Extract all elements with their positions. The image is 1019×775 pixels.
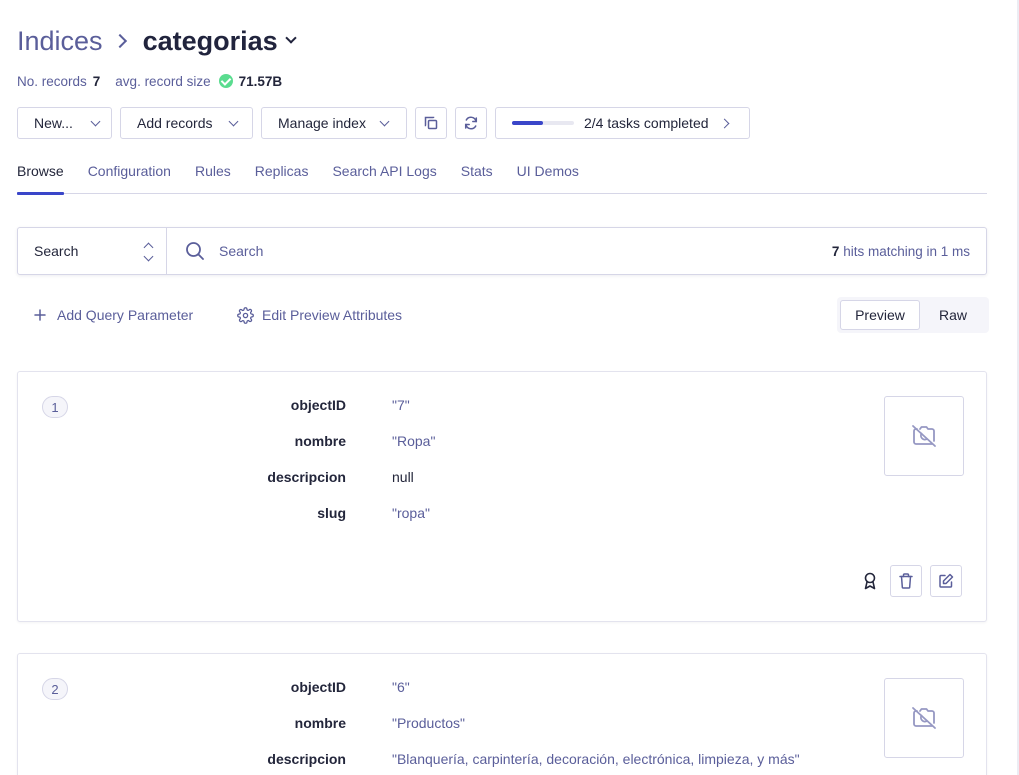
tab-configuration[interactable]: Configuration <box>88 160 171 194</box>
edit-preview-attributes-button[interactable]: Edit Preview Attributes <box>237 305 402 325</box>
promote-button[interactable] <box>858 565 882 597</box>
manage-index-button[interactable]: Manage index <box>261 107 407 139</box>
search-mode-value: Search <box>34 243 79 259</box>
record-card: 1 objectID "7" nombre "Ropa" descripcion… <box>17 371 987 622</box>
camera-off-icon <box>912 707 936 729</box>
tasks-progress-button[interactable]: 2/4 tasks completed <box>495 107 750 139</box>
records-count: 7 <box>92 73 101 89</box>
edit-icon <box>939 573 954 588</box>
records-label: No. records <box>17 73 87 89</box>
search-input[interactable] <box>219 243 699 259</box>
hits-text: hits matching in 1 ms <box>839 243 970 259</box>
tab-replicas[interactable]: Replicas <box>255 160 309 194</box>
record-field: objectID "6" <box>18 679 718 699</box>
record-actions <box>850 565 962 597</box>
field-key: descripcion <box>267 751 346 767</box>
tasks-progress-fill <box>512 121 543 125</box>
field-value: "Ropa" <box>392 433 436 449</box>
field-value: "7" <box>392 397 410 413</box>
breadcrumb-indices-link[interactable]: Indices <box>17 26 103 57</box>
add-query-parameter-label: Add Query Parameter <box>57 307 194 323</box>
view-mode-toggle: Preview Raw <box>837 297 989 333</box>
field-key: nombre <box>294 715 346 731</box>
tab-search-api-logs[interactable]: Search API Logs <box>332 160 436 194</box>
record-field: nombre "Productos" <box>18 715 718 735</box>
tasks-label: 2/4 tasks completed <box>584 115 709 131</box>
field-value: "6" <box>392 679 410 695</box>
record-field: slug "ropa" <box>18 505 718 525</box>
add-records-label: Add records <box>137 115 213 131</box>
new-button-label: New... <box>34 115 73 131</box>
field-key: slug <box>317 505 346 521</box>
new-button[interactable]: New... <box>17 107 112 139</box>
field-value: "Blanquería, carpintería, decoración, el… <box>392 751 800 767</box>
refresh-icon <box>464 116 478 130</box>
trash-icon <box>899 573 913 589</box>
field-key: nombre <box>294 433 346 449</box>
award-icon <box>864 572 876 590</box>
delete-record-button[interactable] <box>890 565 922 597</box>
chevron-down-icon[interactable] <box>284 32 297 44</box>
edit-record-button[interactable] <box>930 565 962 597</box>
record-field: descripcion "Blanquería, carpintería, de… <box>18 751 799 771</box>
record-card: 2 objectID "6" nombre "Productos" descri… <box>17 653 987 775</box>
field-key: descripcion <box>267 469 346 485</box>
record-field: nombre "Ropa" <box>18 433 718 453</box>
raw-toggle-button[interactable]: Raw <box>920 300 986 330</box>
field-value: "ropa" <box>392 505 430 521</box>
chevron-down-icon <box>379 116 390 126</box>
index-name-selector[interactable]: categorias <box>143 26 278 57</box>
field-value: "Productos" <box>392 715 465 731</box>
tab-ui-demos[interactable]: UI Demos <box>517 160 579 194</box>
record-size-label: avg. record size <box>115 73 211 89</box>
tab-stats[interactable]: Stats <box>461 160 493 194</box>
preview-toggle-button[interactable]: Preview <box>840 300 920 330</box>
add-query-parameter-button[interactable]: Add Query Parameter <box>34 305 193 325</box>
index-tabs: Browse Configuration Rules Replicas Search A… <box>17 160 987 195</box>
add-records-button[interactable]: Add records <box>120 107 253 139</box>
edit-preview-attributes-label: Edit Preview Attributes <box>262 307 403 323</box>
breadcrumb: Indices categorias <box>17 24 297 58</box>
copy-icon <box>424 116 438 130</box>
search-mode-select[interactable]: Search <box>18 228 167 274</box>
check-circle-icon <box>218 74 233 88</box>
plus-icon <box>34 309 46 321</box>
search-icon <box>186 242 204 260</box>
record-size-value: 71.57B <box>238 73 283 89</box>
index-meta: No. records 7 avg. record size 71.57B <box>17 72 282 90</box>
field-key: objectID <box>290 679 346 695</box>
record-image-placeholder <box>884 396 964 476</box>
chevron-right-icon <box>719 118 729 128</box>
camera-off-icon <box>912 425 936 447</box>
tab-browse[interactable]: Browse <box>17 160 64 195</box>
tab-rules[interactable]: Rules <box>195 160 231 194</box>
chevron-down-icon <box>90 116 101 126</box>
record-field: objectID "7" <box>18 397 718 417</box>
gear-icon <box>237 306 254 324</box>
field-value: null <box>392 469 414 485</box>
refresh-button[interactable] <box>455 107 487 139</box>
tasks-progress-bar <box>512 121 574 125</box>
search-bar: Search 7 hits matching in 1 ms <box>17 227 987 275</box>
field-key: objectID <box>290 397 346 413</box>
copy-index-button[interactable] <box>415 107 447 139</box>
record-image-placeholder <box>884 678 964 758</box>
select-arrows-icon <box>143 242 154 262</box>
record-field: descripcion null <box>18 469 718 489</box>
chevron-down-icon <box>229 116 239 126</box>
chevron-right-icon <box>112 33 127 49</box>
manage-index-label: Manage index <box>278 115 366 131</box>
hits-summary: 7 hits matching in 1 ms <box>832 244 986 259</box>
